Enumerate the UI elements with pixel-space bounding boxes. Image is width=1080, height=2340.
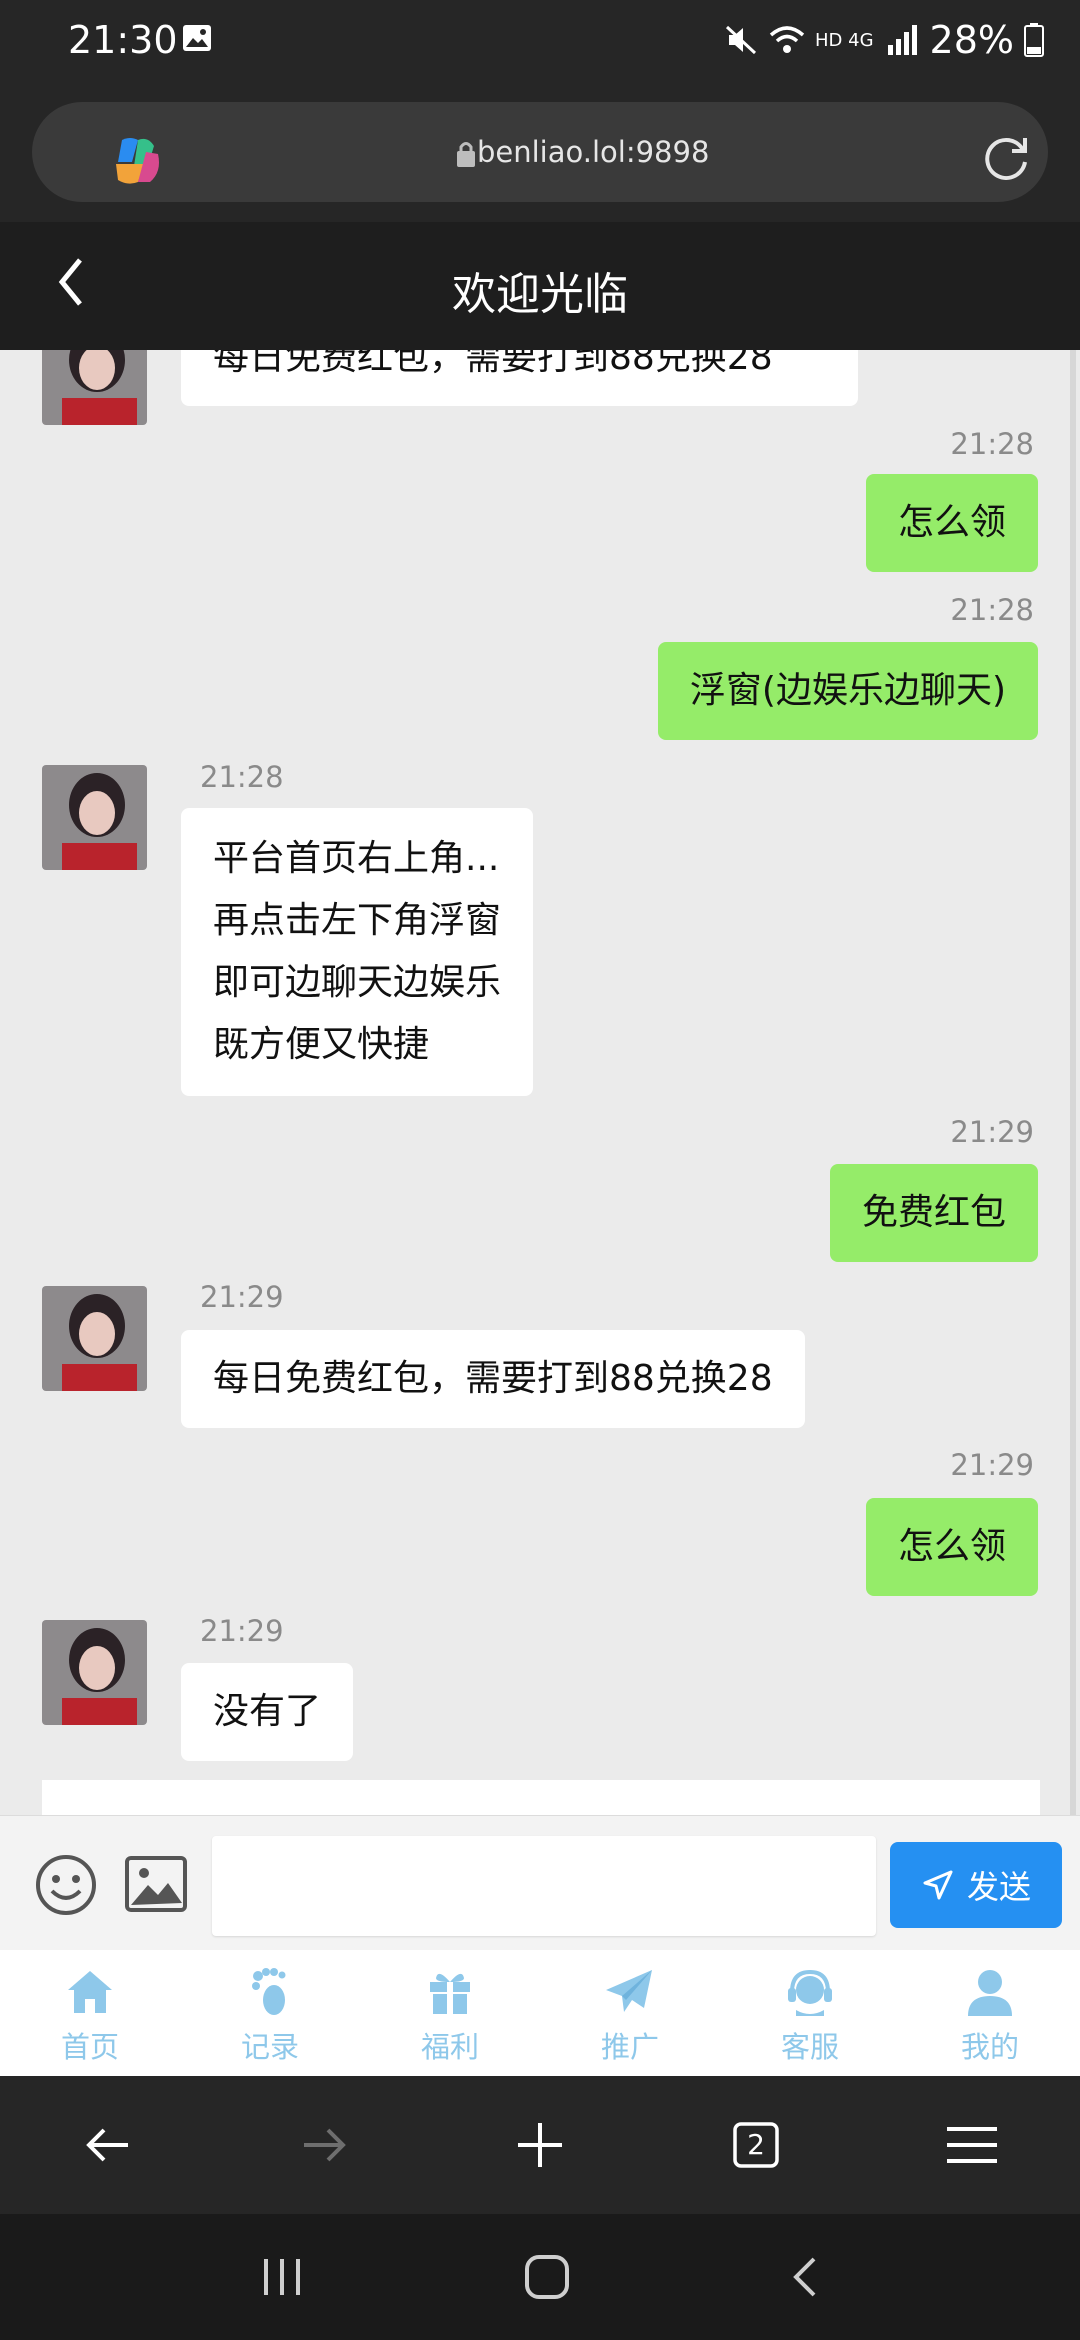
message-bubble-sent: 怎么领: [865, 474, 1038, 572]
bottom-nav: 首页 记录 福利 推广 客服 我的: [0, 1950, 1080, 2076]
tab-count: 2: [747, 2128, 765, 2161]
nav-label: 记录: [240, 2030, 299, 2064]
send-icon: [923, 1870, 953, 1900]
message-timestamp: 21:29: [200, 1280, 284, 1314]
browser-address-area: benliao.lol:9898: [0, 90, 1080, 222]
agent-avatar: [42, 1620, 147, 1725]
status-time: 21:30: [68, 18, 178, 62]
plus-icon: [518, 2123, 562, 2167]
status-bar: 21:30 HD 4G 28%: [0, 0, 1080, 90]
nav-item-records[interactable]: 记录: [180, 1950, 360, 2076]
message-bubble-received: 平台首页右上角... 再点击左下角浮窗 即可边聊天边娱乐 既方便又快捷: [181, 808, 534, 1096]
recent-apps-icon[interactable]: [260, 2257, 304, 2297]
headset-icon: [788, 1969, 832, 2016]
message-line: 即可边聊天边娱乐: [213, 962, 502, 1003]
message-line: 既方便又快捷: [213, 1024, 430, 1065]
emoji-button[interactable]: [34, 1853, 98, 1917]
nav-label: 首页: [60, 2030, 119, 2064]
send-button[interactable]: 发送: [890, 1842, 1062, 1928]
mute-icon: [725, 25, 757, 55]
nav-label: 客服: [780, 2030, 839, 2064]
browser-back-button[interactable]: [72, 2109, 144, 2181]
nav-item-mine[interactable]: 我的: [900, 1950, 1080, 2076]
message-timestamp: 21:28: [200, 760, 284, 794]
nav-item-benefits[interactable]: 福利: [360, 1950, 540, 2076]
new-tab-button[interactable]: [504, 2109, 576, 2181]
arrow-right-icon: [304, 2128, 346, 2162]
home-button-icon[interactable]: [523, 2253, 571, 2301]
browser-forward-button[interactable]: [288, 2109, 360, 2181]
send-label: 发送: [966, 1868, 1031, 1906]
agent-avatar: [42, 1286, 147, 1391]
system-back-icon[interactable]: [790, 2255, 820, 2299]
url-text[interactable]: benliao.lol:9898: [477, 135, 709, 169]
message-timestamp: 21:29: [950, 1115, 1034, 1149]
message-line: 平台首页右上角...: [213, 838, 500, 879]
message-timestamp: 21:28: [950, 427, 1034, 461]
paper-plane-icon: [606, 1970, 652, 2012]
network-type: HD 4G: [815, 29, 874, 51]
footprint-icon: [252, 1968, 286, 2015]
reload-icon[interactable]: [980, 132, 1032, 184]
message-bubble-sent: 怎么领: [865, 1498, 1038, 1596]
message-timestamp: 21:29: [950, 1448, 1034, 1482]
agent-avatar: [42, 765, 147, 870]
hamburger-icon: [947, 2127, 997, 2163]
battery-percent: 28%: [929, 18, 1014, 62]
composer-bar: 发送: [0, 1815, 1080, 1950]
message-timestamp: 21:28: [950, 593, 1034, 627]
signal-icon: [887, 25, 917, 55]
message-bubble-received: 没有了: [181, 1663, 354, 1761]
system-navigation: [0, 2214, 1080, 2340]
battery-icon: [1024, 23, 1044, 57]
nav-label: 推广: [600, 2030, 659, 2064]
content-card-partial: [42, 1780, 1040, 1815]
nav-label: 福利: [420, 2030, 479, 2064]
gift-icon: [430, 1973, 470, 2014]
user-icon: [968, 1970, 1012, 2016]
image-upload-button[interactable]: [124, 1855, 188, 1913]
tabs-button[interactable]: 2: [720, 2109, 792, 2181]
copilot-icon[interactable]: [108, 132, 166, 190]
status-indicators: HD 4G 28%: [723, 18, 1044, 62]
nav-label: 我的: [960, 2030, 1019, 2064]
message-bubble-received: 每日免费红包，需要打到88兑换28: [181, 1330, 805, 1428]
message-timestamp: 21:29: [200, 1614, 284, 1648]
nav-item-promote[interactable]: 推广: [540, 1950, 720, 2076]
message-line: 再点击左下角浮窗: [213, 900, 502, 941]
lock-icon: [457, 142, 475, 167]
page-title: 欢迎光临: [452, 269, 628, 320]
arrow-left-icon: [86, 2128, 128, 2162]
home-icon: [68, 1971, 112, 2013]
message-bubble-partial: 每日免费红包，需要打到88兑换28: [181, 350, 858, 406]
chat-area[interactable]: 每日免费红包，需要打到88兑换28 21:28 怎么领 21:28 浮窗(边娱乐…: [0, 350, 1080, 1815]
page-header: 欢迎光临: [0, 222, 1080, 350]
browser-menu-button[interactable]: [936, 2109, 1008, 2181]
browser-toolbar: 2: [0, 2076, 1080, 2214]
message-bubble-sent: 浮窗(边娱乐边聊天): [657, 642, 1038, 740]
nav-item-home[interactable]: 首页: [0, 1950, 180, 2076]
message-bubble-sent: 免费红包: [829, 1164, 1038, 1262]
wifi-icon: [769, 26, 805, 53]
address-bar[interactable]: benliao.lol:9898: [32, 102, 1048, 202]
agent-avatar: [42, 350, 147, 425]
message-input[interactable]: [212, 1836, 876, 1936]
gallery-notification-icon: [183, 25, 211, 51]
scrollbar[interactable]: [1070, 350, 1076, 1815]
nav-item-support[interactable]: 客服: [720, 1950, 900, 2076]
